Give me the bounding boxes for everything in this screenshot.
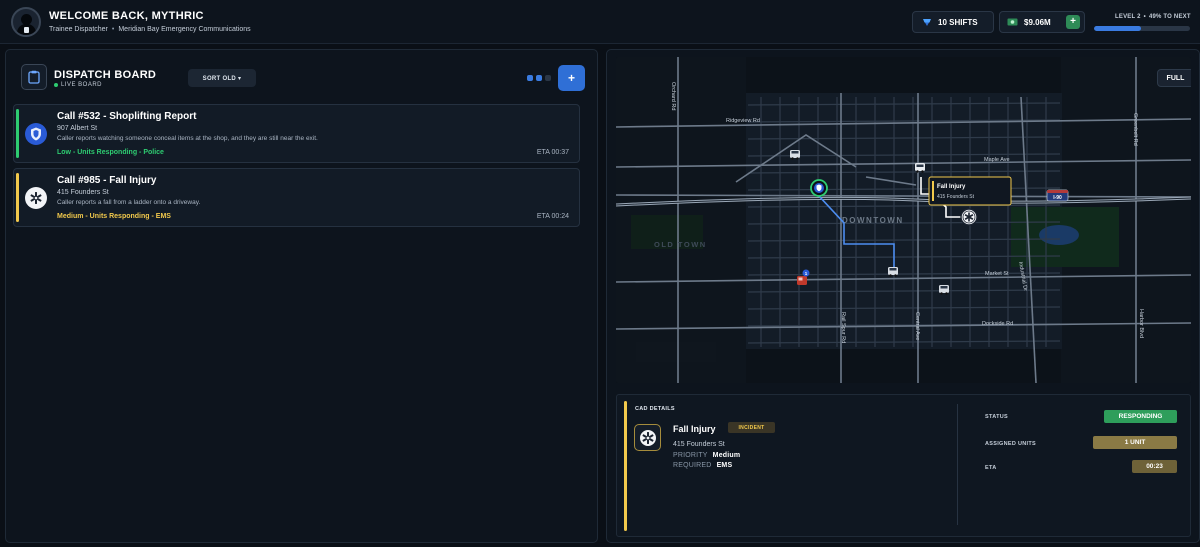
cad-accent-strip bbox=[624, 401, 627, 531]
call-title: Call #532 - Shoplifting Report bbox=[57, 111, 197, 122]
cad-priority-row: PRIORITY Medium bbox=[673, 452, 740, 459]
status-label: STATUS bbox=[985, 414, 1008, 420]
incident-popup[interactable]: Fall Injury 415 Founders St bbox=[928, 176, 1012, 206]
call-card[interactable]: Call #532 - Shoplifting Report 907 Alber… bbox=[13, 104, 580, 163]
call-title: Call #985 - Fall Injury bbox=[57, 175, 157, 186]
welcome-title: WELCOME BACK, MYTHRIC bbox=[49, 10, 204, 22]
top-bar: WELCOME BACK, MYTHRIC Trainee Dispatcher… bbox=[0, 0, 1200, 44]
priority-label: PRIORITY bbox=[673, 452, 708, 459]
add-call-button[interactable]: + bbox=[558, 65, 585, 91]
police-station-icon[interactable] bbox=[810, 179, 828, 197]
dispatch-board-panel: DISPATCH BOARD LIVE BOARD SORT OLD ▾ + C… bbox=[5, 49, 598, 543]
board-subtitle: LIVE BOARD bbox=[54, 82, 102, 88]
cad-address: 415 Founders St bbox=[673, 441, 725, 448]
level-progress-fill bbox=[1094, 26, 1142, 31]
user-subtitle: Trainee Dispatcher • Meridian Bay Emergenc… bbox=[49, 26, 251, 33]
cad-label: CAD DETAILS bbox=[635, 406, 675, 412]
live-indicator-icon bbox=[54, 83, 58, 87]
call-eta: ETA 00:24 bbox=[536, 213, 569, 220]
street-label: Orchard Rd bbox=[670, 82, 676, 110]
shifts-label: 10 SHIFTS bbox=[938, 17, 978, 27]
page-dot[interactable] bbox=[527, 75, 533, 81]
street-label: Greenbelt Rd bbox=[1132, 113, 1138, 146]
ems-star-icon bbox=[634, 424, 661, 451]
street-label: Ridgeview Rd bbox=[726, 118, 760, 124]
popup-address: 415 Founders St bbox=[937, 194, 975, 200]
money-counter: $9.06M + bbox=[999, 11, 1085, 33]
ems-star-icon bbox=[25, 187, 47, 209]
sort-button[interactable]: SORT OLD ▾ bbox=[188, 69, 256, 87]
block-area bbox=[636, 342, 716, 362]
call-address: 415 Founders St bbox=[57, 189, 109, 196]
board-subtitle-text: LIVE BOARD bbox=[61, 82, 103, 88]
cash-icon bbox=[1007, 18, 1018, 26]
district-label: DOWNTOWN bbox=[842, 216, 904, 225]
call-status: Low - Units Responding - Police bbox=[57, 149, 164, 156]
street-label: Harbor Blvd bbox=[1138, 309, 1144, 338]
map-panel: Orchard Rd Ridgeview Rd Maple Ave Greenb… bbox=[606, 49, 1200, 543]
required-value: EMS bbox=[716, 462, 733, 469]
call-address: 907 Albert St bbox=[57, 125, 98, 132]
page-dot[interactable] bbox=[536, 75, 542, 81]
priority-value: Medium bbox=[712, 452, 741, 459]
level-progress-bar bbox=[1094, 26, 1190, 31]
level-progress-text: 49% TO NEXT bbox=[1148, 14, 1191, 20]
add-money-button[interactable]: + bbox=[1066, 15, 1080, 29]
assigned-units-badge[interactable]: 1 UNIT bbox=[1093, 436, 1177, 449]
page-dot[interactable] bbox=[545, 75, 551, 81]
district-label: OLD TOWN bbox=[654, 240, 707, 249]
call-card[interactable]: Call #985 - Fall Injury 415 Founders St … bbox=[13, 168, 580, 227]
street-label: Central Ave bbox=[914, 312, 920, 340]
highway-shield-icon: I-90 bbox=[1046, 189, 1069, 202]
street-label: Maple Ave bbox=[984, 157, 1010, 163]
street-label: Dockside Rd bbox=[982, 321, 1013, 327]
priority-strip bbox=[16, 109, 19, 158]
cad-details-panel: CAD DETAILS Fall Injury INCIDENT 415 Fou… bbox=[616, 394, 1191, 537]
call-status: Medium - Units Responding - EMS bbox=[57, 213, 171, 220]
user-org: Meridian Bay Emergency Communications bbox=[118, 26, 251, 33]
shifts-counter[interactable]: 10 SHIFTS bbox=[912, 11, 994, 33]
eta-label: ETA bbox=[985, 465, 997, 471]
avatar[interactable] bbox=[11, 7, 41, 37]
status-badge: RESPONDING bbox=[1104, 410, 1177, 423]
priority-strip bbox=[16, 173, 19, 222]
call-eta: ETA 00:37 bbox=[536, 149, 569, 156]
level-label: LEVEL 2 • 49% TO NEXT bbox=[1115, 14, 1191, 20]
cad-title: Fall Injury bbox=[673, 424, 716, 434]
police-badge-icon bbox=[25, 123, 47, 145]
city-map[interactable]: Orchard Rd Ridgeview Rd Maple Ave Greenb… bbox=[616, 57, 1191, 383]
popup-title: Fall Injury bbox=[937, 184, 966, 190]
required-label: REQUIRED bbox=[673, 462, 712, 469]
cad-required-row: REQUIRED EMS bbox=[673, 462, 732, 469]
pond bbox=[1039, 225, 1079, 245]
trophy-icon bbox=[922, 18, 932, 27]
clipboard-icon bbox=[21, 64, 47, 90]
user-role: Trainee Dispatcher bbox=[49, 26, 108, 33]
assigned-units-label: ASSIGNED UNITS bbox=[985, 441, 1036, 447]
highway-label: I-90 bbox=[1053, 195, 1062, 201]
page-indicator[interactable] bbox=[527, 75, 551, 81]
call-description: Caller reports watching someone conceal … bbox=[57, 135, 318, 142]
street-label: Rail Spur Rd bbox=[840, 312, 846, 343]
eta-badge: 00:23 bbox=[1132, 460, 1177, 473]
street-label: Market St bbox=[985, 271, 1009, 277]
divider bbox=[957, 404, 958, 525]
map-canvas[interactable]: Orchard Rd Ridgeview Rd Maple Ave Greenb… bbox=[616, 57, 1191, 383]
call-description: Caller reports a fall from a ladder onto… bbox=[57, 199, 201, 206]
fullscreen-button[interactable]: FULL bbox=[1157, 69, 1191, 87]
incident-marker-icon[interactable] bbox=[960, 208, 978, 226]
level-value: LEVEL 2 bbox=[1115, 14, 1141, 20]
incident-tag: INCIDENT bbox=[728, 422, 775, 433]
board-title: DISPATCH BOARD bbox=[54, 69, 157, 81]
money-label: $9.06M bbox=[1024, 17, 1051, 27]
